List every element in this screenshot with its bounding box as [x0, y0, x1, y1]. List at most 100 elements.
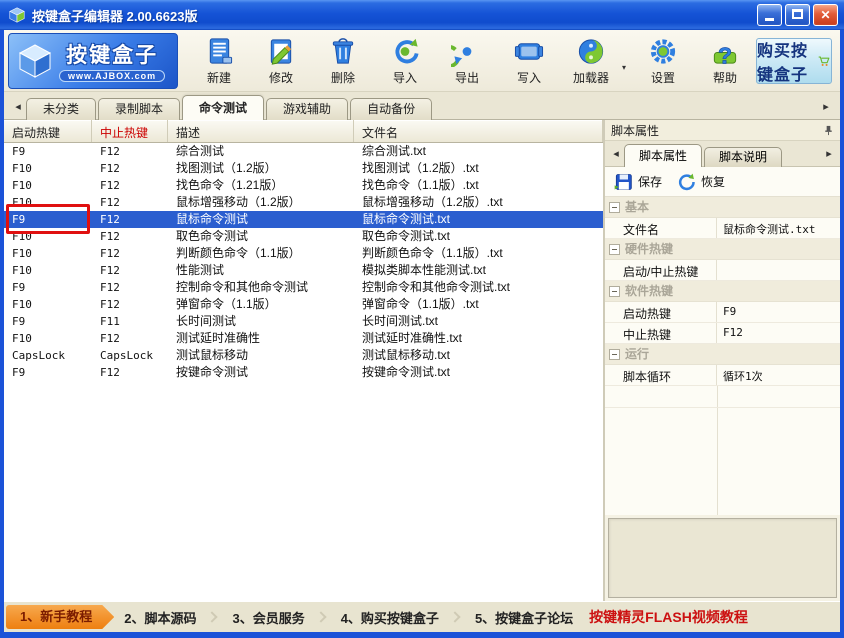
- panel-tab-脚本属性[interactable]: 脚本属性: [624, 144, 702, 167]
- toolbar-button-export[interactable]: 导出: [436, 33, 498, 87]
- table-row[interactable]: F10F12鼠标增强移动（1.2版）鼠标增强移动（1.2版）.txt: [4, 194, 603, 211]
- help-icon: ?: [709, 36, 741, 67]
- minimize-button[interactable]: [757, 4, 782, 26]
- tab-游戏辅助[interactable]: 游戏辅助: [266, 98, 348, 120]
- collapse-icon[interactable]: [609, 286, 620, 297]
- bottom-nav-bar: 1、新手教程2、脚本源码 3、会员服务 4、购买按键盒子 5、按键盒子论坛按键精灵FL…: [4, 601, 840, 632]
- table-row[interactable]: F10F12弹窗命令（1.1版）弹窗命令（1.1版）.txt: [4, 296, 603, 313]
- script-description-box[interactable]: [608, 518, 837, 598]
- column-header-启动热键[interactable]: 启动热键: [4, 120, 92, 142]
- property-group-软件热键[interactable]: 软件热键: [605, 281, 840, 302]
- toolbar-button-write[interactable]: 写入: [498, 33, 560, 87]
- cell-desc: 鼠标命令测试: [168, 211, 354, 228]
- column-header-文件名[interactable]: 文件名: [354, 120, 603, 142]
- cell-file: 弹窗命令（1.1版）.txt: [354, 296, 603, 313]
- script-table: 启动热键中止热键描述文件名 F9F12综合测试综合测试.txtF10F12找图测…: [4, 120, 605, 601]
- toolbar-button-modify[interactable]: 修改: [250, 33, 312, 87]
- column-header-中止热键[interactable]: 中止热键: [92, 120, 168, 142]
- bottom-nav-item-3[interactable]: 3、会员服务: [222, 608, 314, 627]
- cell-stop: F12: [92, 279, 168, 296]
- restore-button-label: 恢复: [701, 173, 725, 190]
- panel-tabs-left-icon[interactable]: ◂: [608, 147, 624, 160]
- tab-未分类[interactable]: 未分类: [26, 98, 96, 120]
- panel-tabs-right-icon[interactable]: ▸: [821, 147, 837, 160]
- loader-dropdown-icon[interactable]: ▾: [622, 63, 632, 72]
- maximize-button[interactable]: [785, 4, 810, 26]
- property-group-运行[interactable]: 运行: [605, 344, 840, 365]
- property-name: 脚本循环: [605, 365, 717, 385]
- save-floppy-icon: [613, 172, 633, 192]
- chevron-separator-icon: [449, 611, 460, 622]
- loader-icon: [575, 36, 607, 67]
- toolbar-button-new[interactable]: 新建: [188, 33, 250, 87]
- save-button-label: 保存: [638, 173, 662, 190]
- table-row[interactable]: F10F12取色命令测试取色命令测试.txt: [4, 228, 603, 245]
- collapse-icon[interactable]: [609, 202, 620, 213]
- bottom-nav-item-2[interactable]: 2、脚本源码: [114, 608, 206, 627]
- chevron-separator-icon: [207, 611, 218, 622]
- property-row-启动热键[interactable]: 启动热键F9: [605, 302, 840, 323]
- table-row[interactable]: CapsLockCapsLock测试鼠标移动测试鼠标移动.txt: [4, 347, 603, 364]
- table-row[interactable]: F9F12控制命令和其他命令测试控制命令和其他命令测试.txt: [4, 279, 603, 296]
- toolbar-button-delete[interactable]: 删除: [312, 33, 374, 87]
- table-row[interactable]: F10F12找色命令（1.21版）找色命令（1.1版）.txt: [4, 177, 603, 194]
- tabs-scroll-left-icon[interactable]: ◂: [10, 100, 26, 113]
- cell-start: F9: [4, 143, 92, 160]
- toolbar-button-label: 写入: [517, 69, 541, 86]
- collapse-icon[interactable]: [609, 349, 620, 360]
- property-group-基本[interactable]: 基本: [605, 197, 840, 218]
- table-row[interactable]: F9F11长时间测试长时间测试.txt: [4, 313, 603, 330]
- property-group-硬件热键[interactable]: 硬件热键: [605, 239, 840, 260]
- cell-start: F10: [4, 296, 92, 313]
- property-value[interactable]: 鼠标命令测试.txt: [717, 218, 840, 238]
- pin-icon[interactable]: [823, 125, 834, 136]
- toolbar-button-label: 设置: [651, 69, 675, 86]
- bottom-nav-item-1[interactable]: 1、新手教程: [6, 605, 114, 629]
- minimize-icon: [765, 18, 774, 21]
- tab-录制脚本[interactable]: 录制脚本: [98, 98, 180, 120]
- property-row-脚本循环[interactable]: 脚本循环循环1次: [605, 365, 840, 386]
- table-row[interactable]: F9F12综合测试综合测试.txt: [4, 143, 603, 160]
- toolbar-button-settings[interactable]: 设置: [632, 33, 694, 87]
- buy-button[interactable]: 购买按键盒子: [756, 38, 832, 84]
- property-value[interactable]: 循环1次: [717, 365, 840, 385]
- cell-desc: 测试延时准确性: [168, 330, 354, 347]
- property-row-中止热键[interactable]: 中止热键F12: [605, 323, 840, 344]
- collapse-icon[interactable]: [609, 244, 620, 255]
- cell-desc: 判断颜色命令（1.1版）: [168, 245, 354, 262]
- table-row[interactable]: F10F12判断颜色命令（1.1版）判断颜色命令（1.1版）.txt: [4, 245, 603, 262]
- cell-desc: 取色命令测试: [168, 228, 354, 245]
- toolbar-button-label: 修改: [269, 69, 293, 86]
- title-bar[interactable]: 按键盒子编辑器 2.00.6623版 ✕: [0, 0, 844, 30]
- table-row[interactable]: F10F12测试延时准确性测试延时准确性.txt: [4, 330, 603, 347]
- toolbar-button-help[interactable]: ?帮助: [694, 33, 756, 87]
- table-row[interactable]: F10F12性能测试模拟类脚本性能测试.txt: [4, 262, 603, 279]
- cell-file: 鼠标命令测试.txt: [354, 211, 603, 228]
- save-button[interactable]: 保存: [613, 172, 662, 192]
- toolbar-button-loader[interactable]: 加载器: [560, 33, 622, 87]
- flash-tutorial-link[interactable]: 按键精灵FLASH视频教程: [589, 607, 748, 627]
- toolbar-button-import[interactable]: 导入: [374, 33, 436, 87]
- cell-file: 长时间测试.txt: [354, 313, 603, 330]
- property-value[interactable]: F12: [717, 323, 840, 343]
- table-row[interactable]: F10F12找图测试（1.2版）找图测试（1.2版）.txt: [4, 160, 603, 177]
- table-row[interactable]: F9F12按键命令测试按键命令测试.txt: [4, 364, 603, 381]
- property-row-文件名[interactable]: 文件名鼠标命令测试.txt: [605, 218, 840, 239]
- tab-命令测试[interactable]: 命令测试: [182, 95, 264, 120]
- restore-button[interactable]: 恢复: [676, 172, 725, 192]
- panel-tab-脚本说明[interactable]: 脚本说明: [704, 147, 782, 167]
- toolbar-button-label: 导出: [455, 69, 479, 86]
- tab-自动备份[interactable]: 自动备份: [350, 98, 432, 120]
- bottom-nav-item-4[interactable]: 4、购买按键盒子: [331, 608, 449, 627]
- column-header-描述[interactable]: 描述: [168, 120, 354, 142]
- close-button[interactable]: ✕: [813, 4, 838, 26]
- property-value[interactable]: F9: [717, 302, 840, 322]
- app-logo[interactable]: 按键盒子 www.AJBOX.com: [8, 33, 178, 89]
- cell-file: 测试鼠标移动.txt: [354, 347, 603, 364]
- table-row[interactable]: F9F12鼠标命令测试鼠标命令测试.txt: [4, 211, 603, 228]
- property-value[interactable]: [717, 260, 840, 280]
- tabs-scroll-right-icon[interactable]: ▸: [818, 100, 834, 113]
- bottom-nav-item-5[interactable]: 5、按键盒子论坛: [465, 608, 583, 627]
- group-label: 软件热键: [625, 281, 673, 301]
- property-row-启动/中止热键[interactable]: 启动/中止热键: [605, 260, 840, 281]
